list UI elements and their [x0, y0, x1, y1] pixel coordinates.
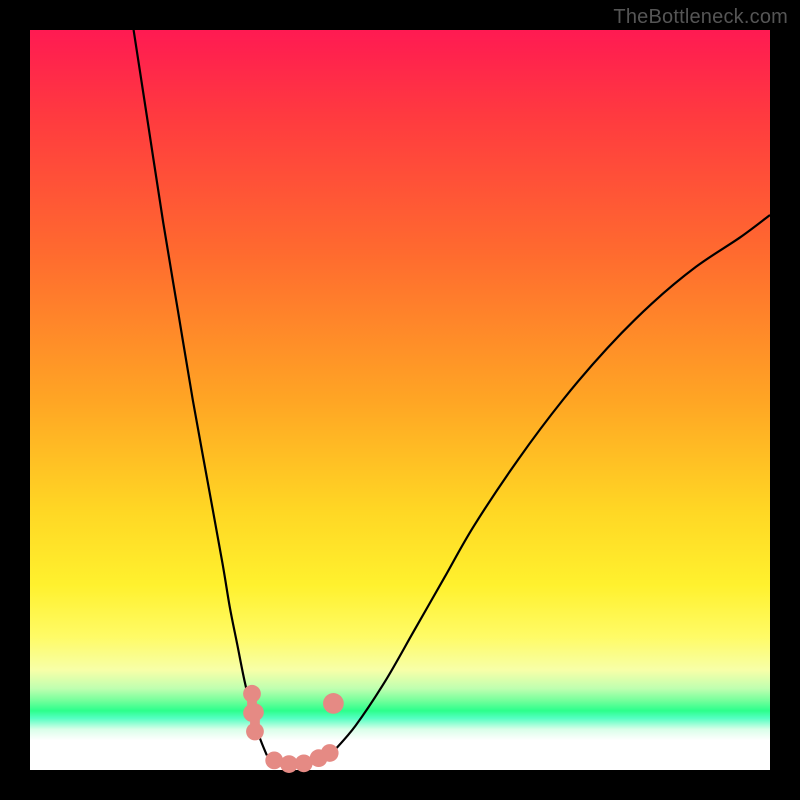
chart-svg [30, 30, 770, 770]
watermark-text: TheBottleneck.com [613, 6, 788, 29]
data-point [321, 744, 339, 762]
data-point [243, 685, 261, 703]
data-point [246, 703, 264, 721]
chart-plot-area [30, 30, 770, 770]
data-point [246, 723, 264, 741]
data-point [265, 752, 283, 770]
curve-markers [243, 685, 344, 773]
curve-left-branch [134, 30, 267, 755]
curve-right-branch [333, 215, 770, 752]
chart-outer-frame: TheBottleneck.com [0, 0, 800, 800]
data-point [323, 693, 344, 714]
